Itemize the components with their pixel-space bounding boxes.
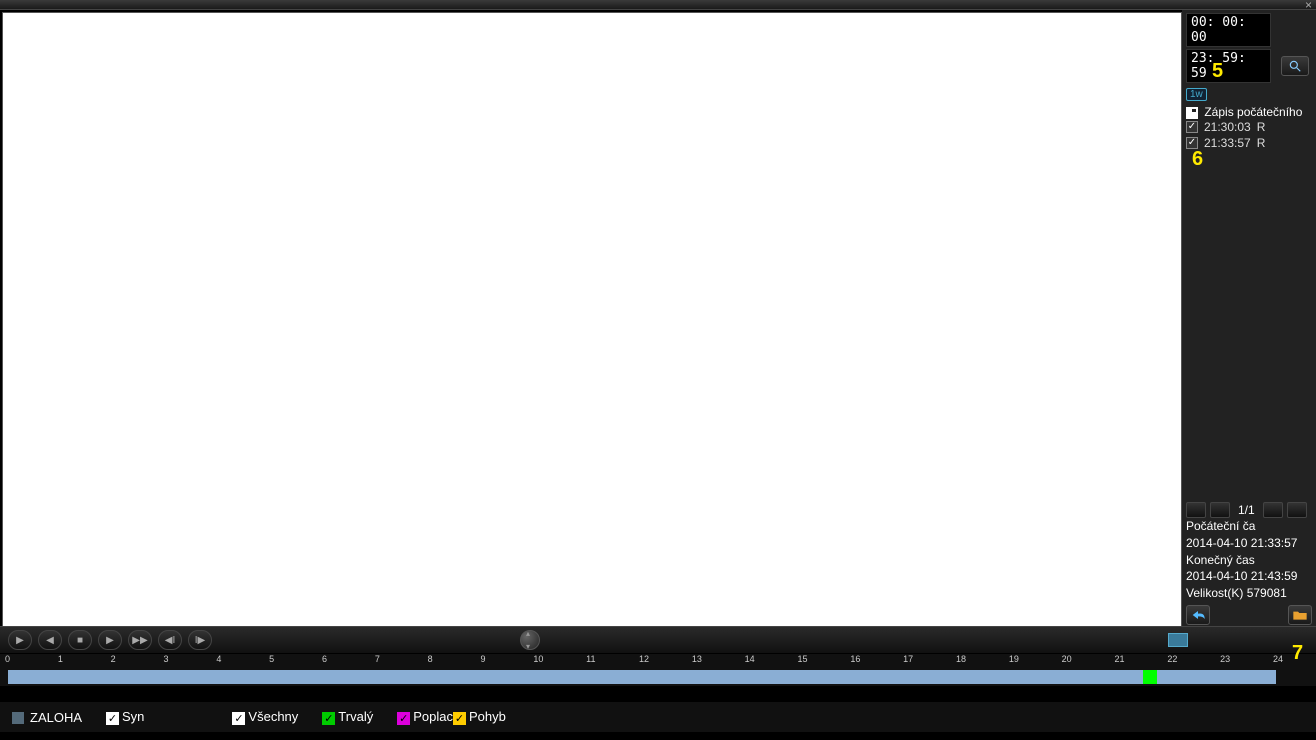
recording-checkbox[interactable] [1186,121,1198,133]
page-next-button[interactable] [1263,502,1283,518]
hour-tick: 3 [164,654,169,664]
hour-tick: 15 [798,654,808,664]
recording-type: R [1257,136,1266,150]
filter-alarm[interactable]: ✓Poplac [397,709,453,724]
hour-tick: 4 [216,654,221,664]
fast-button[interactable]: ▶▶ [128,630,152,650]
size-label: Velikost(K) [1186,586,1243,600]
hour-tick: 24 [1273,654,1283,664]
side-panel: 00: 00: 00 23: 59: 59 1w 5 Zápis počáteč… [1182,10,1316,626]
playback-controls: ▶ ◀ ■ ▶ ▶▶ ◀I I▶ [0,626,1316,654]
checkbox-icon: ✓ [397,712,410,725]
start-label: Počáteční ča [1186,518,1312,535]
hour-tick: 22 [1167,654,1177,664]
slow-button[interactable]: ▶ [98,630,122,650]
search-icon [1288,59,1302,73]
timeline-track[interactable] [8,670,1276,684]
speed-dial[interactable] [520,630,540,650]
filter-motion[interactable]: ✓Pohyb [453,709,506,724]
hour-tick: 13 [692,654,702,664]
folder-icon [1292,608,1308,622]
search-button[interactable] [1281,56,1309,76]
recording-type: R [1257,120,1266,134]
motion-segment [1143,670,1157,684]
titlebar: × [0,0,1316,10]
hour-tick: 21 [1115,654,1125,664]
page-first-button[interactable] [1186,502,1206,518]
checkbox-icon: ✓ [322,712,335,725]
hour-tick: 19 [1009,654,1019,664]
main-row: 00: 00: 00 23: 59: 59 1w 5 Zápis počáteč… [0,10,1316,626]
video-playback-area[interactable] [2,12,1182,628]
end-time-input[interactable]: 23: 59: 59 [1186,49,1271,83]
pagination-row: 1/1 [1186,502,1312,518]
hour-tick: 10 [533,654,543,664]
recording-row[interactable]: 21:33:57 R [1186,135,1316,151]
sync-toggle[interactable]: ✓Syn [106,709,144,724]
clip-marker-icon[interactable] [1168,633,1188,647]
hour-tick: 5 [269,654,274,664]
hour-tick: 12 [639,654,649,664]
save-icon [1186,107,1198,119]
start-time-input[interactable]: 00: 00: 00 [1186,13,1271,47]
next-frame-button[interactable]: I▶ [188,630,212,650]
recording-time: 21:30:03 [1204,120,1251,134]
size-value: 579081 [1247,586,1287,600]
open-folder-button[interactable] [1288,605,1312,625]
checkbox-icon: ✓ [106,712,119,725]
timeline-ruler: 0123456789101112131415161718192021222324 [8,654,1308,668]
page-indicator: 1/1 [1238,503,1255,517]
stop-button[interactable]: ■ [68,630,92,650]
recording-time: 21:33:57 [1204,136,1251,150]
hour-tick: 7 [375,654,380,664]
hour-tick: 9 [481,654,486,664]
backup-button[interactable]: ZALOHA [12,710,82,725]
page-prev-button[interactable] [1210,502,1230,518]
reverse-play-button[interactable]: ◀ [38,630,62,650]
checkbox-icon: ✓ [453,712,466,725]
list-header-text: Zápis počátečního [1204,105,1302,119]
back-arrow-icon [1190,608,1206,622]
play-button[interactable]: ▶ [8,630,32,650]
hour-tick: 6 [322,654,327,664]
hour-tick: 17 [903,654,913,664]
side-bottom-icons [1186,604,1312,626]
hour-tick: 23 [1220,654,1230,664]
recordings-list-header: Zápis počátečního [1186,105,1316,119]
end-label: Konečný čas [1186,552,1312,569]
start-value: 2014-04-10 21:33:57 [1186,535,1312,552]
hour-tick: 0 [5,654,10,664]
filter-all[interactable]: ✓Všechny [232,709,298,724]
hour-tick: 14 [745,654,755,664]
page-last-button[interactable] [1287,502,1307,518]
clip-info: Počáteční ča 2014-04-10 21:33:57 Konečný… [1186,518,1312,602]
legend-bar: ZALOHA ✓Syn ✓Všechny ✓Trvalý ✓Poplac ✓Po… [0,702,1316,732]
hour-tick: 18 [956,654,966,664]
recording-row[interactable]: 21:30:03 R [1186,119,1316,135]
hour-tick: 20 [1062,654,1072,664]
timespan-badge[interactable]: 1w [1186,88,1207,101]
hour-tick: 8 [428,654,433,664]
prev-frame-button[interactable]: ◀I [158,630,182,650]
back-button[interactable] [1186,605,1210,625]
filter-continuous[interactable]: ✓Trvalý [322,709,373,724]
stop-square-icon [12,712,24,724]
callout-5: 5 [1212,60,1223,83]
checkbox-icon: ✓ [232,712,245,725]
hour-tick: 11 [586,654,595,664]
callout-6: 6 [1192,148,1203,171]
callout-7: 7 [1292,642,1303,665]
end-value: 2014-04-10 21:43:59 [1186,568,1312,585]
timeline: 0123456789101112131415161718192021222324 [0,654,1316,686]
hour-tick: 2 [111,654,116,664]
hour-tick: 16 [850,654,860,664]
hour-tick: 1 [58,654,63,664]
